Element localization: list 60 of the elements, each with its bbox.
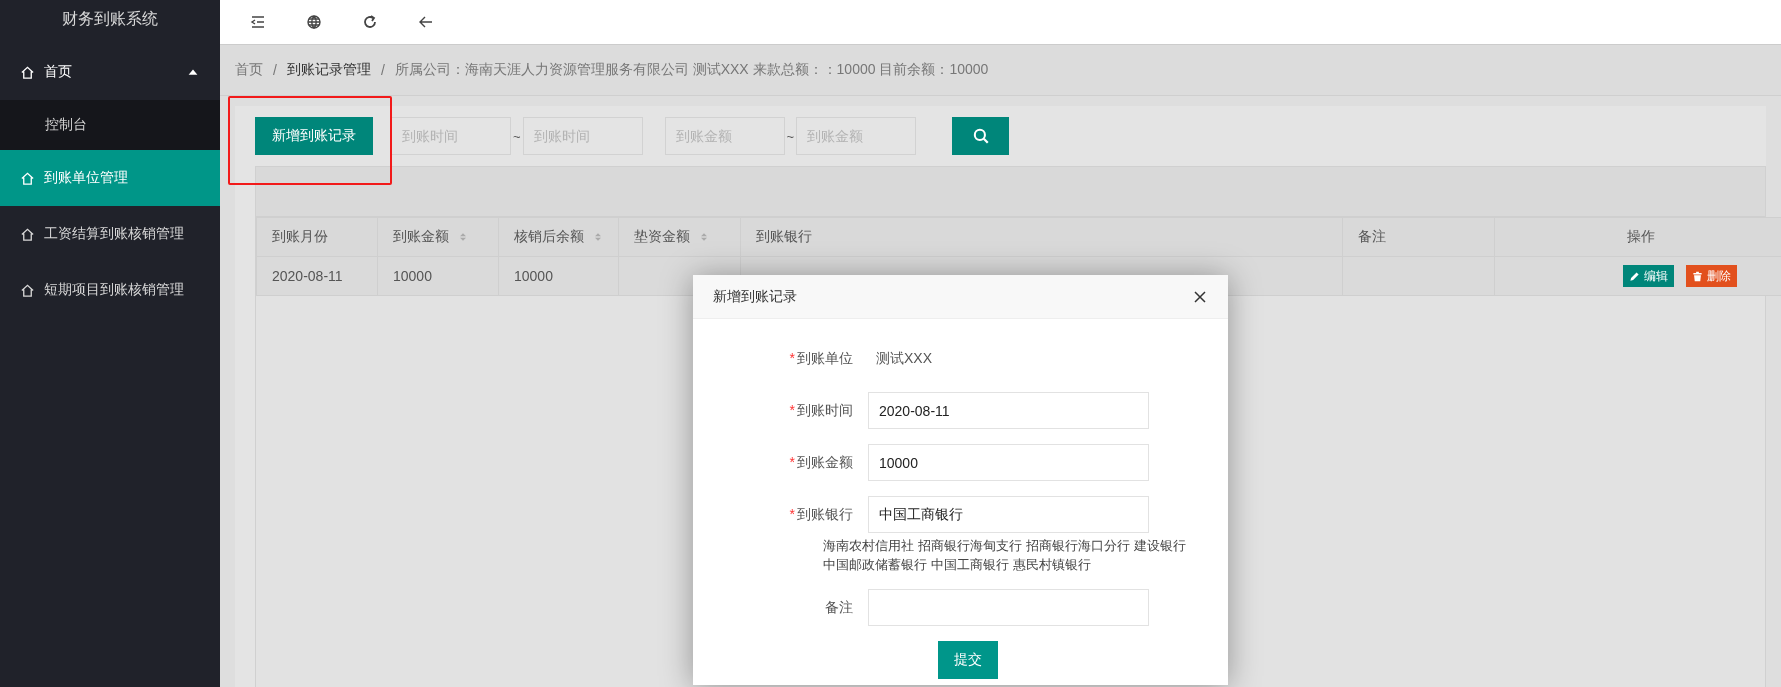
- pencil-icon: [1629, 270, 1640, 282]
- field-value: 测试XXX: [875, 349, 932, 368]
- sidebar-item[interactable]: 首页: [0, 44, 220, 100]
- search-button[interactable]: [952, 117, 1010, 155]
- delete-button[interactable]: 删除: [1686, 265, 1737, 287]
- sidebar-item[interactable]: 到账单位管理: [0, 150, 220, 206]
- field-label: 备注: [825, 598, 853, 617]
- table-cell: 10000: [514, 268, 553, 284]
- submit-button[interactable]: 提交: [938, 641, 998, 679]
- home-icon: [20, 282, 35, 298]
- home-icon: [20, 226, 35, 242]
- sidebar-item[interactable]: 工资结算到账核销管理: [0, 206, 220, 262]
- input-field[interactable]: 10000: [868, 444, 1149, 481]
- breadcrumb-separator: /: [273, 62, 277, 78]
- field-label: 到账银行: [797, 505, 853, 524]
- bank-option[interactable]: 中国工商银行: [931, 555, 1009, 574]
- column-header[interactable]: 操作: [1627, 228, 1655, 244]
- column-header[interactable]: 垫资金额: [634, 228, 690, 244]
- sidebar-item[interactable]: 短期项目到账核销管理: [0, 262, 220, 318]
- dialog-title: 新增到账记录: [713, 287, 797, 306]
- range-separator: ~: [785, 128, 796, 144]
- bank-option[interactable]: 海南农村信用社: [823, 536, 914, 555]
- trash-icon: [1692, 270, 1703, 282]
- required-mark: *: [789, 505, 795, 524]
- required-mark: *: [789, 401, 795, 420]
- close-button[interactable]: [1192, 288, 1208, 305]
- column-header[interactable]: 到账月份: [272, 228, 328, 244]
- bank-option[interactable]: 中国邮政储蓄银行: [823, 555, 927, 574]
- column-header[interactable]: 到账金额: [393, 228, 449, 244]
- breadcrumb-separator: /: [380, 62, 385, 78]
- close-icon: [1192, 288, 1208, 305]
- refresh-icon: [362, 14, 378, 30]
- search-icon: [971, 127, 990, 145]
- field-label: 到账金额: [797, 453, 853, 472]
- breadcrumb-link[interactable]: 到账记录管理: [286, 61, 371, 79]
- add-record-button[interactable]: 新增到账记录: [255, 117, 373, 155]
- app-title: 财务到账系统: [61, 8, 159, 29]
- column-header[interactable]: 到账银行: [756, 228, 812, 244]
- edit-button[interactable]: 编辑: [1623, 265, 1674, 287]
- input-field[interactable]: 2020-08-11: [868, 392, 1149, 429]
- input-field[interactable]: 中国工商银行: [868, 496, 1149, 533]
- bank-option[interactable]: 建设银行: [1134, 536, 1186, 555]
- range-separator: ~: [512, 128, 522, 144]
- back-arrow-icon: [418, 14, 434, 30]
- input-field[interactable]: [868, 589, 1149, 626]
- home-icon: [20, 170, 35, 186]
- required-mark: *: [789, 349, 795, 368]
- required-mark: *: [789, 453, 795, 472]
- globe-icon: [306, 14, 322, 30]
- bank-option[interactable]: 惠民村镇银行: [1013, 555, 1091, 574]
- field-label: 到账时间: [797, 401, 853, 420]
- field-label: 到账单位: [797, 349, 853, 368]
- bank-option[interactable]: 招商银行海口分行: [1026, 536, 1130, 555]
- bank-option[interactable]: 招商银行海甸支行: [918, 536, 1022, 555]
- column-header[interactable]: 备注: [1358, 228, 1386, 244]
- table-cell: 2020-08-11: [272, 268, 343, 284]
- menu-indent-icon: [250, 14, 266, 30]
- home-icon: [20, 64, 35, 80]
- submenu-item[interactable]: 控制台: [0, 100, 220, 150]
- table-cell: 10000: [393, 268, 432, 284]
